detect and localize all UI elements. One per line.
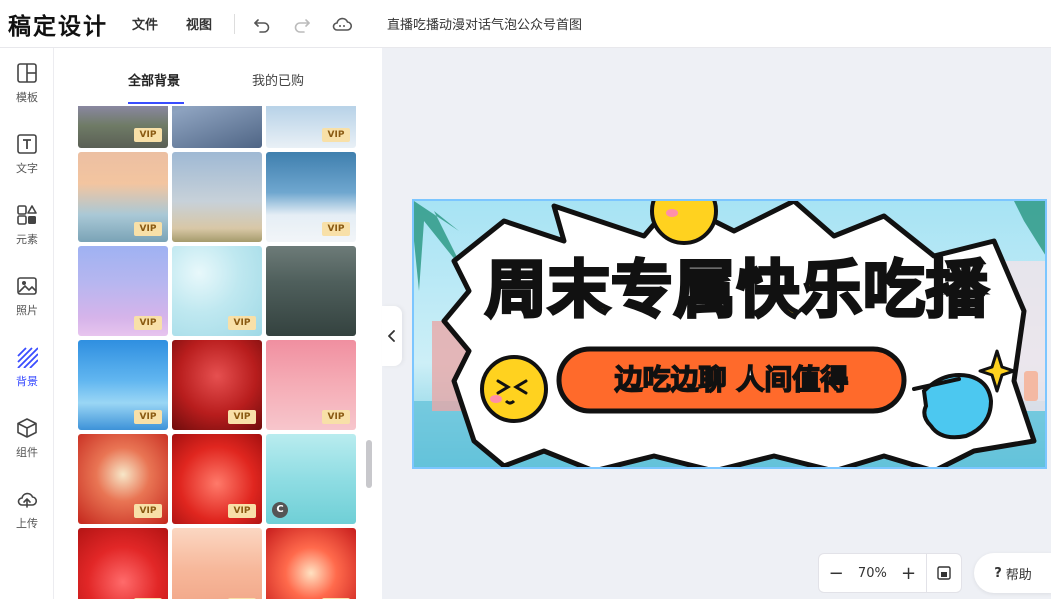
background-thumbnail[interactable] (172, 106, 262, 148)
menu-view[interactable]: 视图 (186, 14, 212, 33)
undo-icon[interactable] (251, 13, 273, 35)
zoom-control: − 70% + (818, 553, 962, 593)
background-thumbnail[interactable]: VIP (172, 340, 262, 430)
vip-badge: VIP (228, 316, 256, 330)
help-icon: ? (994, 565, 1002, 581)
vip-badge: VIP (134, 222, 162, 236)
rail-label: 组件 (16, 446, 38, 459)
vip-badge: VIP (228, 410, 256, 424)
background-thumbnail[interactable]: VIP (172, 528, 262, 599)
fit-screen-icon (937, 566, 951, 580)
vip-badge: VIP (322, 410, 350, 424)
rail-label: 文字 (16, 162, 38, 175)
redo-icon[interactable] (291, 13, 313, 35)
elements-icon (17, 205, 37, 225)
background-thumbnail[interactable]: VIP (172, 246, 262, 336)
vip-badge: VIP (134, 504, 162, 518)
rail-item-component[interactable]: 组件 (0, 403, 54, 474)
rail-label: 元素 (16, 233, 38, 246)
document-title[interactable]: 直播吃播动漫对话气泡公众号首图 (387, 14, 582, 33)
background-thumbnail[interactable]: VIP (172, 434, 262, 524)
cloud-icon[interactable] (331, 13, 353, 35)
background-thumbnail[interactable] (172, 152, 262, 242)
background-thumbnail[interactable]: VIP (78, 434, 168, 524)
canvas-subheadline[interactable]: 边吃边聊 人间值得 (559, 361, 904, 399)
vip-badge: VIP (228, 504, 256, 518)
rail-item-text[interactable]: 文字 (0, 119, 54, 190)
zoom-in-button[interactable]: + (891, 553, 925, 593)
background-thumbnail[interactable]: VIP (266, 106, 356, 148)
panel-tabs: 全部背景 我的已购 (54, 48, 382, 106)
main-menu: 文件 视图 (132, 14, 240, 33)
tab-all-backgrounds[interactable]: 全部背景 (128, 70, 180, 89)
background-thumbnail[interactable] (266, 246, 356, 336)
background-thumbnail[interactable]: VIP (78, 106, 168, 148)
vip-badge: VIP (322, 222, 350, 236)
component-icon (17, 418, 37, 438)
tab-my-purchased[interactable]: 我的已购 (252, 70, 304, 89)
rail-item-photo[interactable]: 照片 (0, 261, 54, 332)
tab-active-indicator (128, 102, 184, 104)
fit-screen-button[interactable] (927, 553, 961, 593)
rail-label: 上传 (16, 517, 38, 530)
upload-icon (17, 492, 38, 508)
panel-scrollbar[interactable] (366, 440, 372, 488)
vip-badge: VIP (134, 410, 162, 424)
zoom-out-button[interactable]: − (819, 553, 853, 593)
vip-badge: VIP (134, 316, 162, 330)
toolbar-divider (234, 13, 236, 34)
collapse-panel-button[interactable] (382, 306, 402, 366)
background-thumbnail[interactable]: VIP (78, 528, 168, 599)
background-grid: VIP VIP VIP VIP VIP VIP VIP VIP VIP VIP … (78, 106, 356, 599)
rail-label: 模板 (16, 91, 38, 104)
background-thumbnail[interactable]: VIP (266, 340, 356, 430)
design-canvas[interactable]: 周末专属快乐吃播 边吃边聊 人间值得 (412, 199, 1047, 469)
template-icon (17, 63, 37, 83)
rail-item-upload[interactable]: 上传 (0, 474, 54, 545)
menu-file[interactable]: 文件 (132, 14, 158, 33)
background-thumbnail[interactable]: VIP (266, 152, 356, 242)
chevron-left-icon (388, 330, 395, 342)
photo-icon (17, 277, 37, 295)
background-thumbnail[interactable]: VIP (78, 152, 168, 242)
canvas-artwork (414, 201, 1045, 467)
vip-badge: VIP (322, 128, 350, 142)
copyright-badge: C (272, 502, 288, 518)
background-thumbnail[interactable]: VIP (78, 340, 168, 430)
rail-item-background[interactable]: 背景 (0, 332, 54, 403)
background-thumbnail[interactable]: VIP (78, 246, 168, 336)
canvas-headline[interactable]: 周末专属快乐吃播 (472, 253, 1002, 326)
text-icon (17, 134, 37, 154)
vip-badge: VIP (134, 128, 162, 142)
top-bar: 稿定设计 文件 视图 直播吃播动漫对话气泡公众号首图 (0, 0, 1051, 48)
rail-item-template[interactable]: 模板 (0, 48, 54, 119)
left-rail: 模板 文字 元素 照片 背景 组件 上传 (0, 48, 54, 599)
help-label: 帮助 (1005, 567, 1032, 583)
app-logo[interactable]: 稿定设计 (8, 7, 108, 41)
background-thumbnail[interactable]: VIP (266, 528, 356, 599)
help-button[interactable]: ? 帮助 (974, 553, 1051, 593)
rail-label: 照片 (16, 304, 38, 317)
background-panel: 全部背景 我的已购 VIP VIP VIP VIP VIP VIP VIP VI… (54, 48, 382, 599)
background-thumbnail[interactable]: C (266, 434, 356, 524)
background-icon (17, 347, 38, 368)
zoom-level: 70% (857, 565, 887, 581)
rail-item-elements[interactable]: 元素 (0, 190, 54, 261)
rail-label: 背景 (16, 375, 38, 388)
